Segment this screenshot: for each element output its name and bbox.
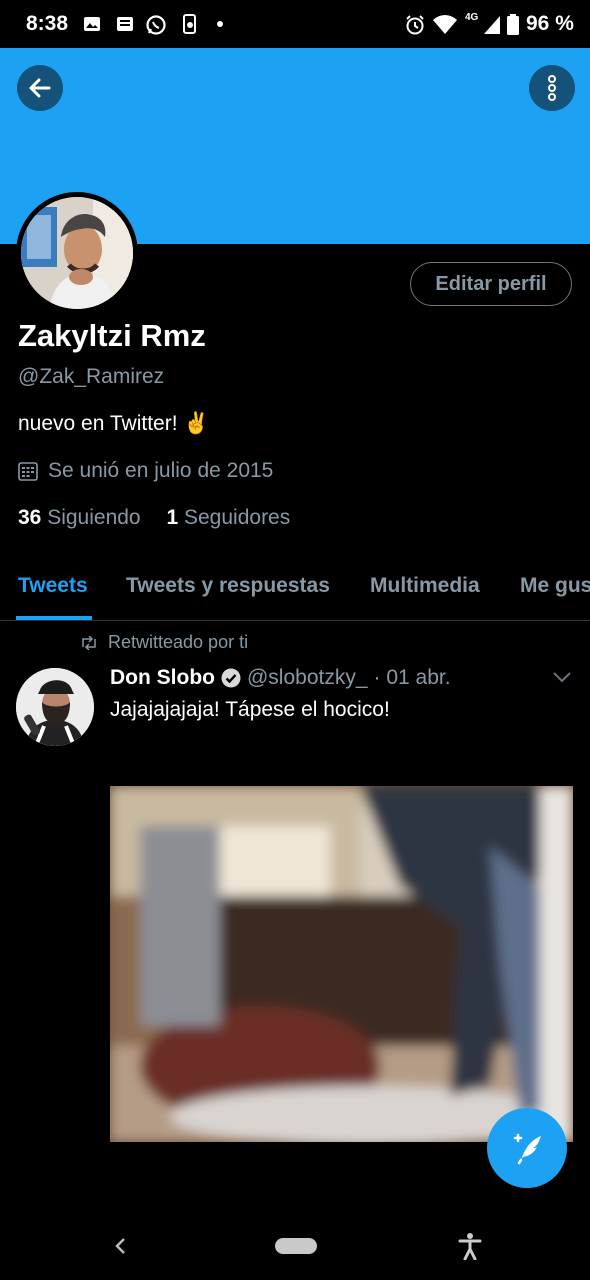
signal-icon xyxy=(484,16,500,34)
verified-badge-icon xyxy=(221,668,241,688)
compose-tweet-icon xyxy=(513,1133,541,1165)
calendar-icon xyxy=(18,462,38,481)
wifi-icon xyxy=(433,15,457,34)
accessibility-icon[interactable] xyxy=(458,1232,482,1260)
tweet-date: · 01 abr. xyxy=(373,666,451,689)
profile-bio: nuevo en Twitter! ✌️ xyxy=(18,412,210,435)
tweet-text: Jajajajajaja! Tápese el hocico! xyxy=(110,698,390,721)
following-count: 36 xyxy=(18,506,42,529)
avatar xyxy=(21,197,133,309)
followers-link[interactable]: 1 Seguidores xyxy=(166,506,290,529)
more-vertical-icon xyxy=(548,75,556,101)
chevron-down-icon[interactable] xyxy=(551,670,573,684)
edit-profile-button[interactable]: Editar perfil xyxy=(410,262,572,306)
profile-tabs: Tweets Tweets y respuestas Multimedia Me… xyxy=(0,560,590,621)
tweet-video[interactable] xyxy=(110,786,573,1142)
back-button[interactable] xyxy=(17,65,63,111)
tweet-author-handle[interactable]: @slobotzky_ xyxy=(247,666,368,690)
message-icon xyxy=(117,17,133,31)
whatsapp-icon xyxy=(146,15,166,35)
retweet-icon xyxy=(82,635,96,650)
tweet-author-name[interactable]: Don Slobo xyxy=(110,666,215,690)
profile-name: Zakyltzi Rmz xyxy=(18,318,206,353)
arrow-left-icon xyxy=(29,78,51,98)
followers-count: 1 xyxy=(166,506,179,529)
joined-label: Se unió en julio de 2015 xyxy=(48,459,274,482)
more-options-button[interactable] xyxy=(529,65,575,111)
following-link[interactable]: 36 Siguiendo xyxy=(18,506,141,529)
tweet-header: Don Slobo @slobotzky_ · 01 abr. xyxy=(110,666,451,690)
joined-date: Se unió en julio de 2015 xyxy=(18,459,273,483)
followers-label: Seguidores xyxy=(184,506,291,529)
retweet-label: Retwitteado por ti xyxy=(108,632,249,652)
status-bar: 8:38 4G 96 % xyxy=(0,0,590,48)
back-nav-icon[interactable] xyxy=(112,1236,128,1256)
battery-percent: 96 % xyxy=(526,12,574,35)
following-label: Siguiendo xyxy=(47,506,141,529)
compose-tweet-button[interactable] xyxy=(487,1108,567,1188)
home-pill-icon[interactable] xyxy=(275,1238,317,1254)
active-tab-indicator xyxy=(16,616,92,620)
profile-handle: @Zak_Ramirez xyxy=(18,365,165,388)
tab-tweets[interactable]: Tweets xyxy=(18,574,88,598)
tab-tweets-replies[interactable]: Tweets y respuestas xyxy=(126,574,330,598)
status-time: 8:38 xyxy=(26,12,69,35)
follow-stats: 36 Siguiendo 1 Seguidores xyxy=(18,506,290,530)
phone-sync-icon xyxy=(183,14,196,34)
image-icon xyxy=(84,17,100,31)
tweet-author-avatar[interactable] xyxy=(16,668,94,746)
battery-icon xyxy=(507,14,519,35)
tab-media[interactable]: Multimedia xyxy=(370,574,480,598)
network-type: 4G xyxy=(465,12,479,23)
alarm-icon xyxy=(406,15,424,35)
tab-likes[interactable]: Me gus xyxy=(520,574,590,598)
dot-icon xyxy=(217,21,223,27)
retweet-context: Retwitteado por ti xyxy=(80,632,248,653)
profile-avatar-frame[interactable] xyxy=(16,192,138,314)
system-nav-bar xyxy=(0,1212,590,1280)
